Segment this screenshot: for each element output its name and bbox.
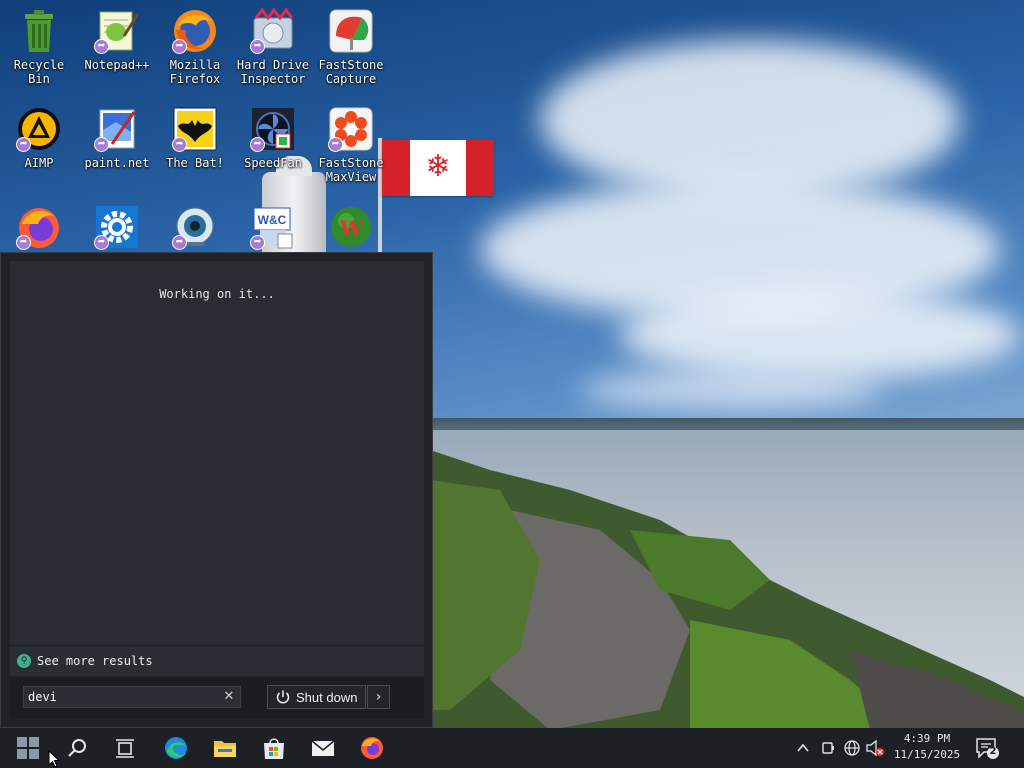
search-input[interactable] [28,689,218,705]
network-globe-icon [844,740,860,756]
desktop-icon-label: paint.net [84,156,150,170]
desktop-icon-mozilla-firefox[interactable]: ➦ Mozilla Firefox [156,8,234,86]
shutdown-label: Shut down [296,689,358,705]
canada-flag: ❄ [382,140,494,196]
taskbar-store-button[interactable] [254,732,294,764]
mail-icon [311,740,335,756]
desktop-icon-label: Notepad++ [84,58,150,72]
mouse-cursor-icon [48,750,61,768]
desktop-icon-hard-drive-inspector[interactable]: ➦ Hard Drive Inspector [234,7,312,86]
desktop-icon-label: Hard Drive Inspector [236,58,310,86]
start-icon [17,737,39,759]
desktop-icon-label: Recycle Bin [13,58,65,86]
volume-muted-icon [866,739,884,757]
desktop-icon-webcam[interactable]: ➦ [156,204,234,250]
desktop-icon-wc[interactable]: W&C ➦ [234,204,312,250]
start-search-panel: Working on it... ⚲ See more results ✕ Sh… [0,252,433,728]
task-view-icon [116,739,134,758]
chevron-up-icon [797,743,809,752]
tray-volume-button[interactable] [864,734,886,762]
see-more-results-button[interactable]: ⚲ See more results [10,646,424,676]
speedfan-icon: ➦ [250,106,296,152]
faststone-maxview-icon: ➦ [328,106,374,152]
edge-icon [165,737,187,759]
desktop-icon-label: FastStone Capture [318,58,384,86]
desktop-icon-label: AIMP [24,156,54,170]
desktop-icon-notepad-plus-plus[interactable]: ➦ Notepad++ [78,8,156,72]
desktop-icon-speedfan[interactable]: ➦ SpeedFan [234,106,312,170]
taskbar-file-explorer-button[interactable] [205,732,245,764]
notification-count-badge: 2 [989,746,997,757]
desktop-icon-label: SpeedFan [244,156,302,170]
shutdown-options-chevron-icon[interactable]: › [367,685,390,709]
desktop-icon-label: Mozilla Firefox [169,58,221,86]
firefox-icon: ➦ [172,8,218,54]
shutdown-group: Shut down › [267,685,390,709]
clear-search-icon[interactable]: ✕ [222,690,236,704]
search-results-icon: ⚲ [17,654,31,668]
faststone-capture-icon [328,8,374,54]
taskbar-search-button[interactable] [57,732,97,764]
show-hidden-icons-button[interactable] [794,734,812,762]
taskbar: 4:39 PM 11/15/2025 2 [0,728,1024,768]
search-box[interactable]: ✕ [23,686,241,708]
desktop-icon-label: The Bat! [166,156,224,170]
settings-gear-icon: ➦ [94,204,140,250]
taskbar-firefox-button[interactable] [352,732,392,764]
search-results-area: Working on it... [10,261,424,645]
firefox-alt-icon: ➦ [16,204,62,250]
search-status-text: Working on it... [159,287,275,301]
shutdown-button[interactable]: Shut down [267,685,366,709]
start-button[interactable] [8,732,48,764]
aimp-icon: ➦ [16,106,62,152]
firefox-icon [361,737,383,759]
webcam-icon: ➦ [172,204,218,250]
microsoft-store-icon [264,738,284,759]
taskbar-edge-button[interactable] [156,732,196,764]
file-explorer-icon [214,741,236,757]
svg-text:W&C: W&C [258,213,287,227]
taskbar-mail-button[interactable] [303,732,343,764]
desktop-icon-w-ball[interactable]: W [312,204,390,250]
desktop-icon-paint-net[interactable]: ➦ paint.net [78,106,156,170]
the-bat-icon: ➦ [172,106,218,152]
tray-network-button[interactable] [842,734,862,762]
notification-center-button[interactable]: 2 [972,734,1002,762]
device-icon [822,742,834,754]
task-view-button[interactable] [105,732,145,764]
recycle-bin-icon [16,8,62,54]
tray-device-button[interactable] [818,734,838,762]
hard-drive-inspector-icon: ➦ [250,7,296,54]
search-icon [68,739,86,757]
start-bottom-bar: ✕ Shut down › [10,677,424,719]
notepad-plus-plus-icon: ➦ [94,8,140,54]
desktop-icon-firefox-alt[interactable]: ➦ [0,204,78,250]
desktop-icon-label: FastStone MaxView [318,156,384,184]
desktop-icon-recycle-bin[interactable]: Recycle Bin [0,8,78,86]
desktop-icon-the-bat[interactable]: ➦ The Bat! [156,106,234,170]
clock-time: 4:39 PM [903,732,951,745]
power-icon [276,690,290,704]
paint-net-icon: ➦ [94,106,140,152]
desktop-icon-aimp[interactable]: ➦ AIMP [0,106,78,170]
see-more-results-label: See more results [37,654,153,668]
clock-date: 11/15/2025 [893,748,961,761]
desktop-icon-faststone-capture[interactable]: FastStone Capture [312,8,390,86]
desktop-icon-faststone-maxview[interactable]: ➦ FastStone MaxView [312,106,390,184]
desktop-icon-settings[interactable]: ➦ [78,204,156,250]
svg-text:W: W [339,216,363,240]
w-ball-icon: W [328,204,374,250]
taskbar-clock[interactable]: 4:39 PM 11/15/2025 [884,731,970,763]
wc-icon: W&C ➦ [250,204,296,250]
